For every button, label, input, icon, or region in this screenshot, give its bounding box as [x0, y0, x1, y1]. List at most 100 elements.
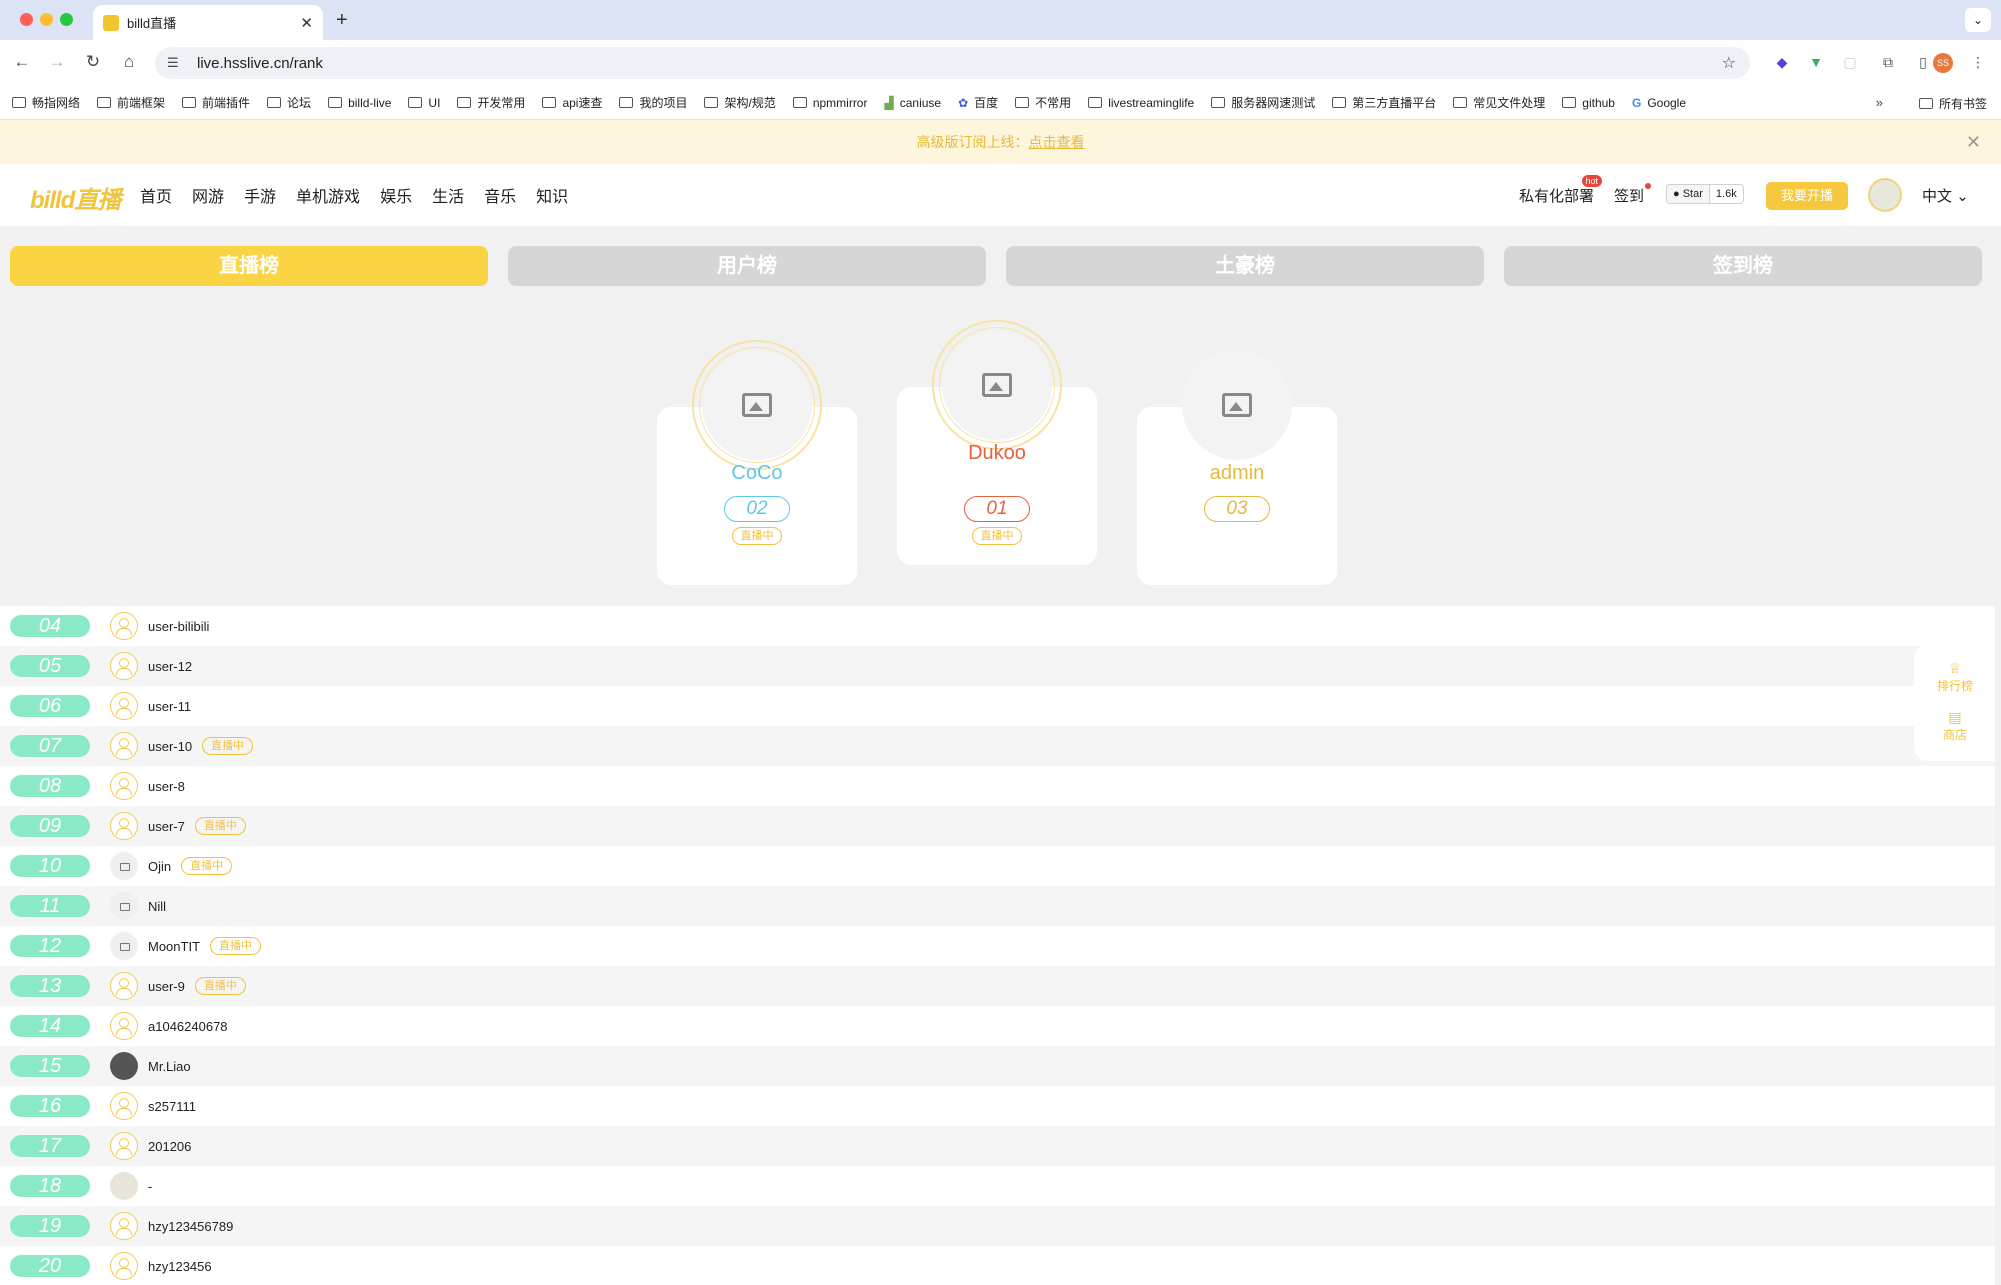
- user-placeholder-icon[interactable]: [110, 1012, 138, 1040]
- nav-knowledge[interactable]: 知识: [536, 183, 568, 207]
- bookmark-item[interactable]: 服务器网速测试: [1211, 94, 1315, 111]
- nav-mobile-games[interactable]: 手游: [244, 183, 276, 207]
- bookmark-item[interactable]: 论坛: [267, 94, 311, 111]
- bookmark-item[interactable]: billd-live: [328, 96, 391, 110]
- user-avatar[interactable]: [110, 1052, 138, 1080]
- bookmark-item[interactable]: github: [1562, 96, 1615, 110]
- nav-entertainment[interactable]: 娱乐: [380, 183, 412, 207]
- language-select[interactable]: 中文 ⌄: [1922, 185, 1969, 206]
- bookmark-item[interactable]: api速查: [542, 94, 602, 111]
- rank-row[interactable]: 13 user-9 直播中: [0, 966, 1995, 1006]
- profile-avatar[interactable]: SS: [1933, 53, 1953, 73]
- user-placeholder-icon[interactable]: [110, 732, 138, 760]
- home-icon[interactable]: ⌂: [118, 52, 140, 72]
- user-avatar[interactable]: [110, 892, 138, 920]
- user-placeholder-icon[interactable]: [110, 812, 138, 840]
- private-deploy-link[interactable]: 私有化部署 hot: [1519, 175, 1603, 206]
- tab-signin-rank[interactable]: 签到榜: [1504, 246, 1982, 286]
- extension-vue-icon[interactable]: ▼: [1806, 52, 1826, 72]
- rank-row[interactable]: 05 user-12: [0, 646, 1995, 686]
- github-star-button[interactable]: ● Star: [1666, 184, 1710, 204]
- rank-row[interactable]: 09 user-7 直播中: [0, 806, 1995, 846]
- rank-row[interactable]: 14 a1046240678: [0, 1006, 1995, 1046]
- user-placeholder-icon[interactable]: [110, 612, 138, 640]
- start-live-button[interactable]: 我要开播: [1766, 182, 1848, 210]
- bookmark-item[interactable]: G Google: [1632, 96, 1686, 110]
- bookmark-item[interactable]: 我的项目: [619, 94, 687, 111]
- user-avatar[interactable]: [110, 1172, 138, 1200]
- browser-tab[interactable]: billd直播 ✕: [93, 5, 323, 40]
- new-tab-icon[interactable]: +: [336, 9, 348, 32]
- user-placeholder-icon[interactable]: [110, 1212, 138, 1240]
- user-placeholder-icon[interactable]: [110, 1252, 138, 1280]
- side-panel-icon[interactable]: ▯: [1913, 52, 1933, 72]
- rank-row[interactable]: 06 user-11: [0, 686, 1995, 726]
- user-avatar[interactable]: [1868, 178, 1902, 212]
- extensions-puzzle-icon[interactable]: ⧉: [1878, 52, 1898, 72]
- bookmark-item[interactable]: ✿ 百度: [958, 94, 998, 111]
- bookmark-item[interactable]: 不常用: [1015, 94, 1071, 111]
- side-shop-link[interactable]: ▤ 商店: [1914, 710, 1996, 743]
- rank-row[interactable]: 18 -: [0, 1166, 1995, 1206]
- bookmark-item[interactable]: livestreaminglife: [1088, 96, 1194, 110]
- user-avatar[interactable]: [110, 932, 138, 960]
- extension-blank-icon[interactable]: ▢: [1840, 52, 1860, 72]
- close-tab-icon[interactable]: ✕: [300, 14, 313, 32]
- tab-live-rank[interactable]: 直播榜: [10, 246, 488, 286]
- minimize-window-button[interactable]: [40, 13, 53, 26]
- more-bookmarks-icon[interactable]: »: [1876, 95, 1883, 110]
- user-placeholder-icon[interactable]: [110, 692, 138, 720]
- rank-row[interactable]: 07 user-10 直播中: [0, 726, 1995, 766]
- bookmark-item[interactable]: 前端框架: [97, 94, 165, 111]
- nav-home[interactable]: 首页: [140, 183, 172, 207]
- github-star-widget[interactable]: ● Star 1.6k: [1666, 184, 1744, 204]
- side-rank-link[interactable]: ♕ 排行榜: [1914, 661, 1996, 694]
- user-placeholder-icon[interactable]: [110, 772, 138, 800]
- signin-link[interactable]: 签到: [1614, 183, 1652, 206]
- bookmark-item[interactable]: 架构/规范: [704, 94, 776, 111]
- zoom-window-button[interactable]: [60, 13, 73, 26]
- bookmark-item[interactable]: 第三方直播平台: [1332, 94, 1436, 111]
- address-bar[interactable]: ☰ live.hsslive.cn/rank ☆: [155, 47, 1750, 79]
- reload-icon[interactable]: ↻: [82, 52, 104, 72]
- user-placeholder-icon[interactable]: [110, 1132, 138, 1160]
- user-placeholder-icon[interactable]: [110, 1092, 138, 1120]
- rank-row[interactable]: 12 MoonTIT 直播中: [0, 926, 1995, 966]
- rank-row[interactable]: 08 user-8: [0, 766, 1995, 806]
- extension-vpn-icon[interactable]: ◆: [1772, 52, 1792, 72]
- rank-row[interactable]: 11 Nill: [0, 886, 1995, 926]
- rank-row[interactable]: 17 201206: [0, 1126, 1995, 1166]
- forward-icon[interactable]: →: [46, 52, 68, 72]
- site-logo[interactable]: billd直播: [30, 180, 121, 215]
- nav-music[interactable]: 音乐: [484, 183, 516, 207]
- user-placeholder-icon[interactable]: [110, 652, 138, 680]
- all-bookmarks[interactable]: 所有书签: [1918, 95, 1987, 112]
- rank-row[interactable]: 15 Mr.Liao: [0, 1046, 1995, 1086]
- browser-menu-icon[interactable]: ⋮: [1968, 52, 1988, 72]
- nav-online-games[interactable]: 网游: [192, 183, 224, 207]
- scrollbar[interactable]: [1995, 226, 2001, 1285]
- nav-life[interactable]: 生活: [432, 183, 464, 207]
- site-info-icon[interactable]: ☰: [167, 55, 183, 71]
- tab-wealth-rank[interactable]: 土豪榜: [1006, 246, 1484, 286]
- bookmark-item[interactable]: UI: [408, 96, 440, 110]
- rank-row[interactable]: 20 hzy123456: [0, 1246, 1995, 1285]
- user-placeholder-icon[interactable]: [110, 972, 138, 1000]
- user-avatar[interactable]: [110, 852, 138, 880]
- bookmark-item[interactable]: npmmirror: [792, 96, 867, 110]
- bookmark-item[interactable]: 开发常用: [457, 94, 525, 111]
- tab-search-icon[interactable]: ⌄: [1965, 8, 1991, 32]
- bookmark-item[interactable]: 畅指网络: [12, 94, 80, 111]
- tab-user-rank[interactable]: 用户榜: [508, 246, 986, 286]
- announcement-link[interactable]: 点击查看: [1029, 134, 1085, 150]
- rank-row[interactable]: 04 user-bilibili: [0, 606, 1995, 646]
- bookmark-item[interactable]: 前端插件: [182, 94, 250, 111]
- bookmark-item[interactable]: 常见文件处理: [1453, 94, 1545, 111]
- close-icon[interactable]: ✕: [1966, 120, 1981, 164]
- bookmark-item[interactable]: ▟ caniuse: [884, 96, 941, 110]
- rank-row[interactable]: 19 hzy123456789: [0, 1206, 1995, 1246]
- rank-row[interactable]: 10 Ojin 直播中: [0, 846, 1995, 886]
- bookmark-star-icon[interactable]: ☆: [1722, 53, 1736, 73]
- rank-row[interactable]: 16 s257111: [0, 1086, 1995, 1126]
- nav-single-player[interactable]: 单机游戏: [296, 183, 360, 207]
